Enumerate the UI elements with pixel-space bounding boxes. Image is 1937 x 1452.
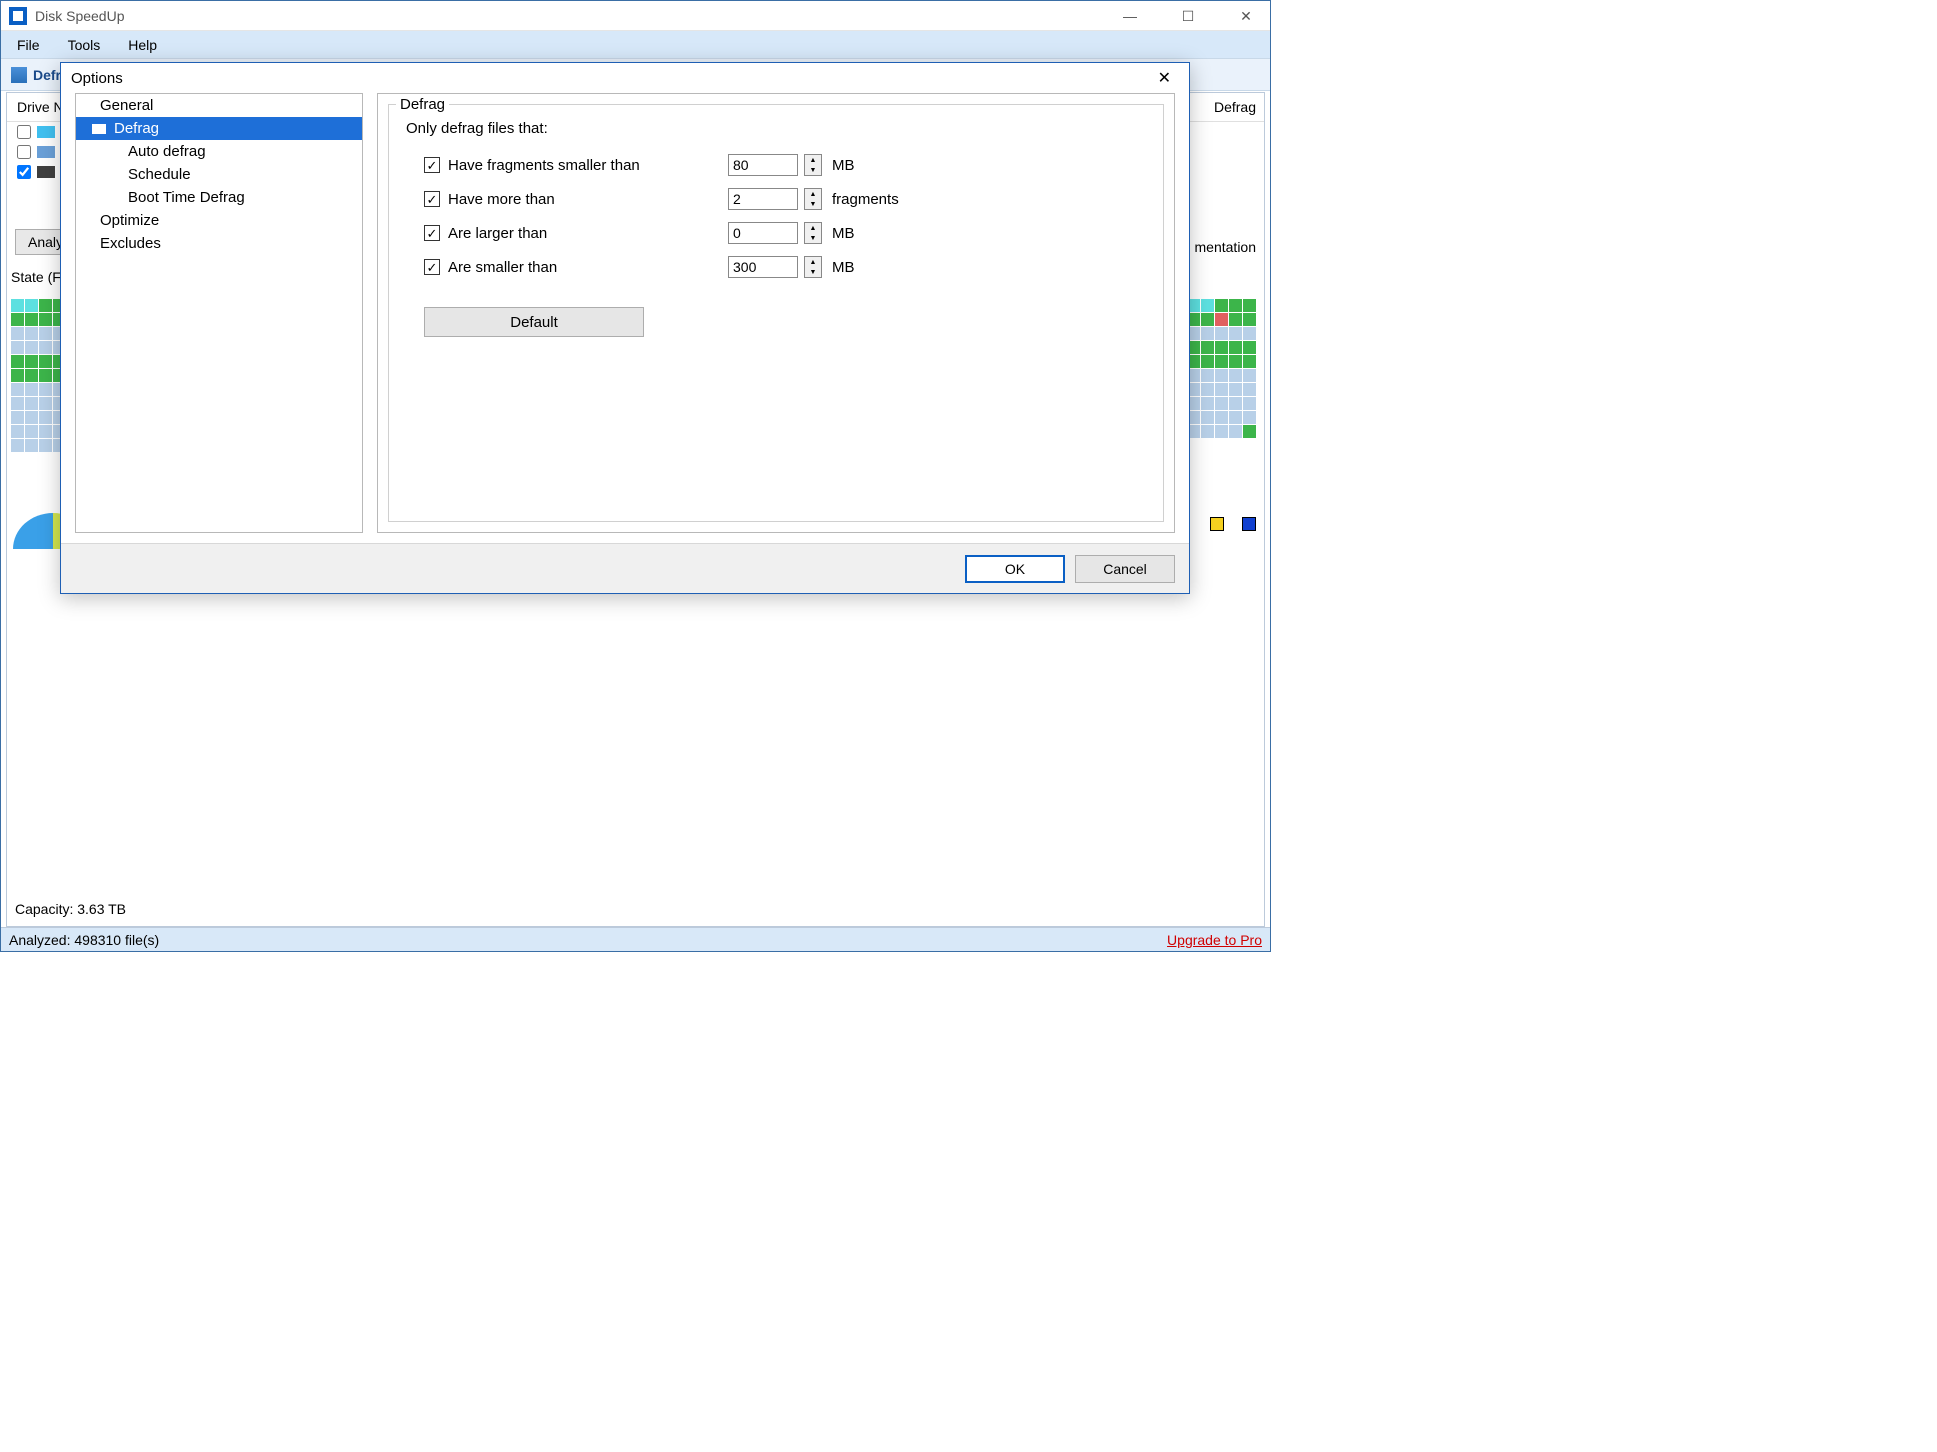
legend-yellow <box>1210 517 1224 531</box>
default-button[interactable]: Default <box>424 307 644 337</box>
settings-panel: Defrag Only defrag files that: Have frag… <box>377 93 1175 533</box>
upgrade-link[interactable]: Upgrade to Pro <box>1167 932 1262 948</box>
maximize-button[interactable]: ☐ <box>1168 5 1208 27</box>
spinner-more-than[interactable]: ▲▼ <box>804 188 822 210</box>
defrag-column-header: Defrag <box>1214 99 1256 115</box>
window-controls: — ☐ ✕ <box>1110 5 1266 27</box>
input-larger-than[interactable] <box>728 222 798 244</box>
drive-checkbox-se[interactable] <box>17 165 31 179</box>
checkbox-fragments-smaller[interactable] <box>424 157 440 173</box>
label-smaller-than: Are smaller than <box>448 259 728 276</box>
dialog-titlebar: Options ✕ <box>61 63 1189 93</box>
label-larger-than: Are larger than <box>448 225 728 242</box>
checkbox-more-than[interactable] <box>424 191 440 207</box>
tree-item-excludes[interactable]: Excludes <box>76 232 362 255</box>
titlebar: Disk SpeedUp — ☐ ✕ <box>1 1 1270 31</box>
settings-inner: Only defrag files that: Have fragments s… <box>396 104 1156 353</box>
tree-item-defrag-label: Defrag <box>114 120 159 137</box>
input-smaller-than[interactable] <box>728 256 798 278</box>
dialog-close-button[interactable]: ✕ <box>1150 66 1179 90</box>
close-button[interactable]: ✕ <box>1226 5 1266 27</box>
tree-item-auto-defrag[interactable]: Auto defrag <box>76 140 362 163</box>
label-fragments-smaller: Have fragments smaller than <box>448 157 728 174</box>
app-icon <box>9 7 27 25</box>
label-more-than: Have more than <box>448 191 728 208</box>
tree-item-schedule[interactable]: Schedule <box>76 163 362 186</box>
unit-more-than: fragments <box>832 191 899 208</box>
tree-item-boot-time[interactable]: Boot Time Defrag <box>76 186 362 209</box>
checkbox-smaller-than[interactable] <box>424 259 440 275</box>
minimize-button[interactable]: — <box>1110 5 1150 27</box>
spinner-larger-than[interactable]: ▲▼ <box>804 222 822 244</box>
capacity-value: 3.63 TB <box>77 901 126 917</box>
status-text: Analyzed: 498310 file(s) <box>9 932 159 948</box>
tree-item-defrag[interactable]: Defrag <box>76 117 362 140</box>
unit-fragments-smaller: MB <box>832 157 855 174</box>
options-dialog: Options ✕ General Defrag Auto defrag Sch… <box>60 62 1190 594</box>
option-row-larger-than: Are larger than ▲▼ MB <box>424 219 1146 247</box>
legend-blue <box>1242 517 1256 531</box>
options-tree: General Defrag Auto defrag Schedule Boot… <box>75 93 363 533</box>
unit-smaller-than: MB <box>832 259 855 276</box>
statusbar: Analyzed: 498310 file(s) Upgrade to Pro <box>1 927 1270 951</box>
drive-checkbox-da[interactable] <box>17 145 31 159</box>
capacity-line: Capacity: 3.63 TB <box>15 901 126 917</box>
drive-icon <box>37 146 55 158</box>
menu-tools[interactable]: Tools <box>56 33 113 57</box>
menubar: File Tools Help <box>1 31 1270 59</box>
tree-item-optimize[interactable]: Optimize <box>76 209 362 232</box>
option-row-smaller-than: Are smaller than ▲▼ MB <box>424 253 1146 281</box>
checkbox-larger-than[interactable] <box>424 225 440 241</box>
state-label: State (F: <box>11 269 65 285</box>
input-more-than[interactable] <box>728 188 798 210</box>
dialog-title: Options <box>71 70 123 87</box>
menu-file[interactable]: File <box>5 33 52 57</box>
input-fragments-smaller[interactable] <box>728 154 798 176</box>
spinner-fragments-smaller[interactable]: ▲▼ <box>804 154 822 176</box>
fragmentation-header: mentation <box>1195 239 1256 255</box>
window-title: Disk SpeedUp <box>35 8 125 24</box>
drive-icon <box>37 166 55 178</box>
legend <box>1210 517 1256 531</box>
drive-checkbox-os[interactable] <box>17 125 31 139</box>
menu-help[interactable]: Help <box>116 33 169 57</box>
dialog-footer: OK Cancel <box>61 543 1189 593</box>
option-row-more-than: Have more than ▲▼ fragments <box>424 185 1146 213</box>
chart-icon <box>11 67 27 83</box>
dialog-body: General Defrag Auto defrag Schedule Boot… <box>61 93 1189 543</box>
option-row-fragments-smaller: Have fragments smaller than ▲▼ MB <box>424 151 1146 179</box>
capacity-label: Capacity: <box>15 901 73 917</box>
ok-button[interactable]: OK <box>965 555 1065 583</box>
tree-item-general[interactable]: General <box>76 94 362 117</box>
drive-icon <box>37 126 55 138</box>
unit-larger-than: MB <box>832 225 855 242</box>
settings-subtitle: Only defrag files that: <box>406 120 1146 137</box>
spinner-smaller-than[interactable]: ▲▼ <box>804 256 822 278</box>
cancel-button[interactable]: Cancel <box>1075 555 1175 583</box>
